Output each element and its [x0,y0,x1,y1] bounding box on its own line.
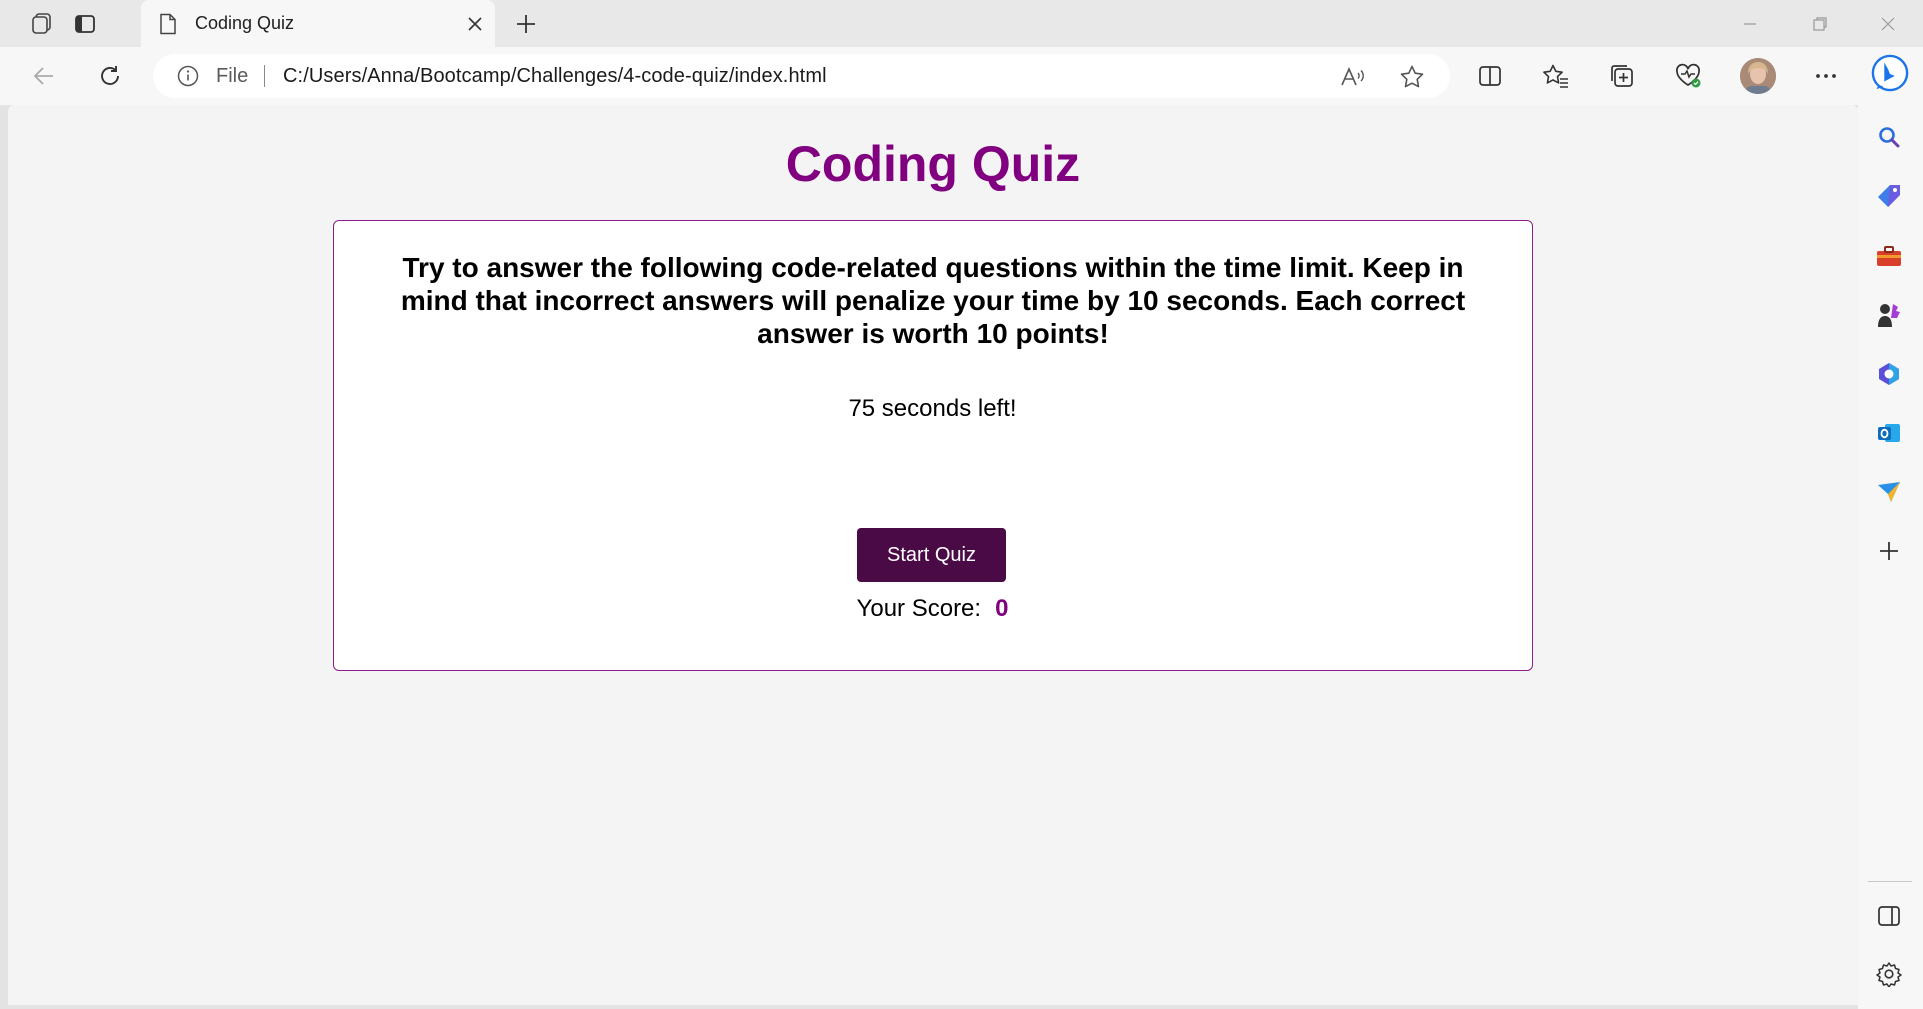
restore-icon [1813,17,1827,31]
read-aloud-icon[interactable] [1338,62,1368,92]
collections-icon[interactable] [1604,58,1640,94]
minimize-button[interactable] [1727,6,1773,42]
bing-copilot-icon[interactable] [1871,54,1909,92]
browser-tab-bar: Coding Quiz [0,0,1923,47]
score-value: 0 [995,595,1009,622]
active-tab[interactable]: Coding Quiz [141,0,495,47]
page-viewport: Coding Quiz Try to answer the following … [8,105,1858,1005]
new-tab-button[interactable] [509,8,543,40]
send-icon[interactable] [1872,475,1906,509]
star-icon[interactable] [1397,62,1427,92]
scheme-label: File [216,65,249,87]
settings-gear-icon[interactable] [1872,957,1906,991]
games-icon[interactable] [1872,298,1906,332]
shopping-tag-icon[interactable] [1872,179,1906,213]
timer-text: 75 seconds left! [848,395,1017,422]
score-row: Your Score: 0 [334,595,1531,623]
sidebar-toggle-icon[interactable] [1872,899,1906,933]
avatar[interactable] [1740,58,1776,94]
tools-icon[interactable] [1872,239,1906,273]
close-icon [1881,17,1895,31]
favorites-icon[interactable] [1538,58,1574,94]
close-window-button[interactable] [1865,6,1911,42]
quiz-instructions: Try to answer the following code-related… [400,252,1466,349]
minimize-icon [1744,23,1756,25]
close-icon[interactable] [463,12,487,36]
split-screen-icon[interactable] [1472,58,1508,94]
sidebar-divider [1868,881,1912,882]
page-title: Coding Quiz [785,136,1081,192]
browser-toolbar: File C:/Users/Anna/Bootcamp/Challenges/4… [0,47,1923,105]
edge-sidebar [1858,47,1923,1009]
restore-button[interactable] [1797,6,1843,42]
outlook-icon[interactable] [1872,416,1906,450]
url-text[interactable]: C:/Users/Anna/Bootcamp/Challenges/4-code… [283,65,827,88]
search-icon[interactable] [1872,120,1906,154]
quiz-card: Try to answer the following code-related… [333,220,1533,671]
refresh-icon[interactable] [92,58,128,94]
back-arrow-icon[interactable] [26,58,62,94]
document-icon [160,13,176,35]
tab-actions-icon[interactable] [69,8,101,40]
plus-icon[interactable] [1872,534,1906,568]
more-icon[interactable] [1808,58,1844,94]
start-quiz-button[interactable]: Start Quiz [857,528,1006,582]
score-label: Your Score: [856,595,982,622]
tab-title: Coding Quiz [195,13,295,33]
workspaces-icon[interactable] [26,8,58,40]
microsoft-365-icon[interactable] [1872,357,1906,391]
info-icon[interactable] [177,65,199,87]
divider [264,65,265,87]
browser-essentials-icon[interactable] [1670,58,1706,94]
plus-icon [517,15,535,33]
address-bar[interactable]: File C:/Users/Anna/Bootcamp/Challenges/4… [153,54,1450,98]
